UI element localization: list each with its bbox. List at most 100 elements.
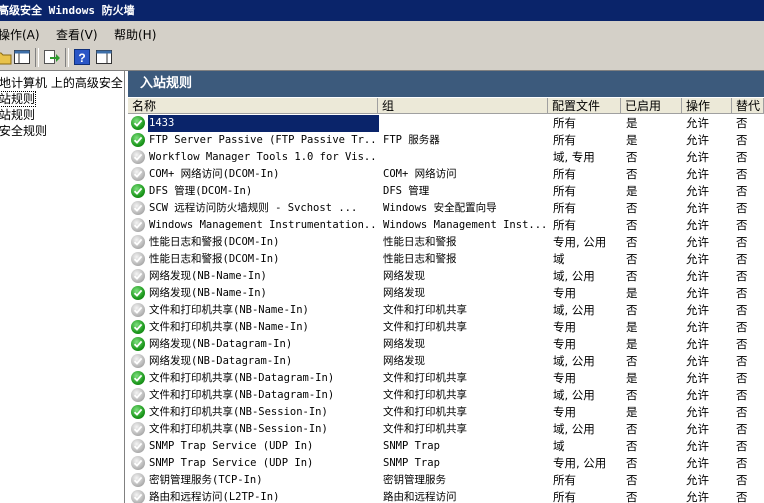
folder-icon[interactable] [0, 48, 12, 66]
rule-profile: 专用 [553, 337, 576, 351]
column-header-override[interactable]: 替代 [732, 98, 764, 114]
rule-row[interactable]: 网络发现(NB-Datagram-In) 网络发现 专用 是 允许 否 [128, 336, 764, 353]
rule-row[interactable]: 性能日志和警报(DCOM-In) 性能日志和警报 域 否 允许 否 [128, 251, 764, 268]
disabled-rule-icon [131, 354, 145, 368]
rule-row[interactable]: 性能日志和警报(DCOM-In) 性能日志和警报 专用, 公用 否 允许 否 [128, 234, 764, 251]
show-hide-tree-icon[interactable] [13, 48, 31, 66]
menu-action[interactable]: 操作(A) [0, 26, 40, 43]
rule-action: 允许 [686, 354, 709, 368]
menu-help[interactable]: 帮助(H) [114, 26, 156, 43]
rule-row[interactable]: DFS 管理(DCOM-In) DFS 管理 所有 是 允许 否 [128, 183, 764, 200]
rule-row[interactable]: 文件和打印机共享(NB-Session-In) 文件和打印机共享 专用 是 允许 否 [128, 404, 764, 421]
rule-row[interactable]: 网络发现(NB-Datagram-In) 网络发现 域, 公用 否 允许 否 [128, 353, 764, 370]
rule-name: 网络发现(NB-Name-In) [149, 270, 267, 282]
rule-profile: 所有 [553, 201, 576, 215]
rule-enabled: 是 [626, 133, 638, 147]
rule-override: 否 [736, 184, 748, 198]
rule-override: 否 [736, 320, 748, 334]
menu-bar: 操作(A) 查看(V) 帮助(H) [0, 21, 764, 46]
rule-override: 否 [736, 286, 748, 300]
rule-row[interactable]: 文件和打印机共享(NB-Name-In) 文件和打印机共享 专用 是 允许 否 [128, 319, 764, 336]
rule-enabled: 否 [626, 422, 638, 436]
tree-item-root[interactable]: 本地计算机 上的高级安全 Windows 防火墙 [0, 75, 124, 91]
rule-action: 允许 [686, 337, 709, 351]
rule-action: 允许 [686, 371, 709, 385]
rule-override: 否 [736, 337, 748, 351]
rule-row[interactable]: FTP Server Passive (FTP Passive Tr... FTP… [128, 132, 764, 149]
rule-action: 允许 [686, 269, 709, 283]
rule-name: DFS 管理(DCOM-In) [149, 185, 253, 197]
enabled-rule-icon [131, 286, 145, 300]
toolbar-separator [35, 48, 39, 67]
rule-name: 1433 [148, 115, 379, 132]
tree-item-connection-security-rules[interactable]: 连接安全规则 [0, 123, 47, 139]
rule-group: SNMP Trap [383, 457, 440, 469]
rule-name: SNMP Trap Service (UDP In) [149, 440, 314, 452]
rule-enabled: 否 [626, 439, 638, 453]
rule-group: 文件和打印机共享 [383, 372, 467, 384]
rule-profile: 所有 [553, 218, 576, 232]
rule-enabled: 否 [626, 252, 638, 266]
disabled-rule-icon [131, 456, 145, 470]
rule-action: 允许 [686, 388, 709, 402]
column-header-profile[interactable]: 配置文件 [548, 98, 621, 114]
rule-override: 否 [736, 252, 748, 266]
tree-item-inbound-rules[interactable]: 入站规则 [0, 91, 37, 107]
rule-enabled: 是 [626, 320, 638, 334]
rule-name: 网络发现(NB-Datagram-In) [149, 338, 293, 350]
rule-row[interactable]: 文件和打印机共享(NB-Session-In) 文件和打印机共享 域, 公用 否 允许 否 [128, 421, 764, 438]
column-header-group[interactable]: 组 [378, 98, 548, 114]
rule-row[interactable]: SNMP Trap Service (UDP In) SNMP Trap 专用, 公… [128, 455, 764, 472]
rule-profile: 所有 [553, 184, 576, 198]
toolbar-separator [65, 48, 69, 67]
tree-item-outbound-rules[interactable]: 出站规则 [0, 107, 35, 123]
rule-action: 允许 [686, 490, 709, 503]
rule-row[interactable]: Workflow Manager Tools 1.0 for Vis... 域, … [128, 149, 764, 166]
disabled-rule-icon [131, 388, 145, 402]
title-bar: 高级安全 Windows 防火墙 [0, 0, 764, 21]
export-list-icon[interactable] [42, 48, 60, 66]
rule-group [383, 149, 548, 166]
rule-group: 文件和打印机共享 [383, 321, 467, 333]
rule-profile: 所有 [553, 490, 576, 503]
rule-override: 否 [736, 167, 748, 181]
rule-profile: 所有 [553, 167, 576, 181]
rule-profile: 所有 [553, 473, 576, 487]
rule-name: SCW 远程访问防火墙规则 - Svchost ... [149, 202, 358, 214]
rule-enabled: 否 [626, 218, 638, 232]
rule-name: 文件和打印机共享(NB-Datagram-In) [149, 372, 335, 384]
rule-group: Windows 安全配置向导 [383, 202, 497, 214]
column-header-enabled[interactable]: 已启用 [621, 98, 682, 114]
help-icon[interactable]: ? [73, 48, 91, 66]
rule-row[interactable]: 文件和打印机共享(NB-Name-In) 文件和打印机共享 域, 公用 否 允许 否 [128, 302, 764, 319]
rule-row[interactable]: Windows Management Instrumentation... Win… [128, 217, 764, 234]
column-header-name[interactable]: 名称 [128, 98, 378, 114]
rule-row[interactable]: 密钥管理服务(TCP-In) 密钥管理服务 所有 否 允许 否 [128, 472, 764, 489]
enabled-rule-icon [131, 116, 145, 130]
rule-row[interactable]: SNMP Trap Service (UDP In) SNMP Trap 域 否 允许 否 [128, 438, 764, 455]
rule-group: COM+ 网络访问 [383, 168, 457, 180]
rule-name: 文件和打印机共享(NB-Datagram-In) [149, 389, 335, 401]
rule-action: 允许 [686, 320, 709, 334]
rule-group: 性能日志和警报 [383, 236, 457, 248]
rule-name: Windows Management Instrumentation... [149, 219, 379, 231]
rule-profile: 专用 [553, 405, 576, 419]
rule-row[interactable]: 1433 所有 是 允许 否 [128, 115, 764, 132]
column-header-action[interactable]: 操作 [682, 98, 732, 114]
rule-row[interactable]: 文件和打印机共享(NB-Datagram-In) 文件和打印机共享 域, 公用 否 允许… [128, 387, 764, 404]
rule-group: SNMP Trap [383, 440, 440, 452]
rule-row[interactable]: 网络发现(NB-Name-In) 网络发现 域, 公用 否 允许 否 [128, 268, 764, 285]
rule-row[interactable]: 网络发现(NB-Name-In) 网络发现 专用 是 允许 否 [128, 285, 764, 302]
rule-row[interactable]: COM+ 网络访问(DCOM-In) COM+ 网络访问 所有 否 允许 否 [128, 166, 764, 183]
rule-row[interactable]: SCW 远程访问防火墙规则 - Svchost ... Windows 安全配置向… [128, 200, 764, 217]
rule-row[interactable]: 文件和打印机共享(NB-Datagram-In) 文件和打印机共享 专用 是 允许 否 [128, 370, 764, 387]
rule-enabled: 否 [626, 235, 638, 249]
menu-view[interactable]: 查看(V) [56, 26, 98, 43]
rule-enabled: 否 [626, 354, 638, 368]
rule-row[interactable]: 路由和远程访问(L2TP-In) 路由和远程访问 所有 否 允许 否 [128, 489, 764, 503]
rule-enabled: 否 [626, 167, 638, 181]
show-action-pane-icon[interactable] [95, 48, 113, 66]
rule-profile: 专用 [553, 371, 576, 385]
disabled-rule-icon [131, 167, 145, 181]
rule-enabled: 是 [626, 371, 638, 385]
